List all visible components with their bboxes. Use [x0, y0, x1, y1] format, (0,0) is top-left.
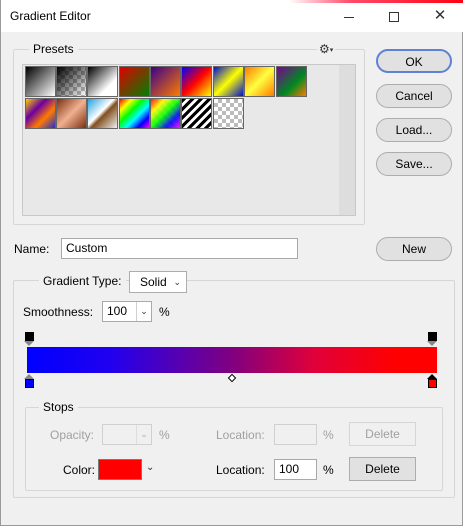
preset-swatch-foreground-to-background[interactable] — [25, 66, 56, 97]
color-delete-button[interactable]: Delete — [349, 457, 416, 481]
preset-swatch-black-white[interactable] — [87, 66, 118, 97]
presets-menu-button[interactable]: ⚙▾ — [317, 42, 336, 56]
minimize-icon — [344, 16, 354, 18]
presets-scrollbar[interactable] — [339, 65, 355, 215]
opacity-location-input[interactable] — [274, 424, 317, 445]
chevron-down-icon: ⌄ — [173, 277, 181, 287]
preset-swatch-transparent[interactable] — [213, 98, 244, 129]
name-input[interactable]: Custom — [61, 238, 298, 259]
preset-swatch-red-green[interactable] — [119, 66, 150, 97]
opacity-location-label: Location: — [216, 428, 265, 442]
title-accent — [289, 0, 463, 3]
save-button[interactable]: Save... — [376, 152, 452, 176]
opacity-stop-left-pointer — [24, 341, 34, 346]
close-button[interactable]: ✕ — [428, 6, 452, 26]
preset-swatch-yellow-violet-orange-blue[interactable] — [25, 98, 56, 129]
gradient-type-select[interactable]: Solid ⌄ — [129, 271, 187, 293]
preset-swatch-copper[interactable] — [56, 98, 87, 129]
chevron-down-icon: ⌄ — [136, 425, 151, 444]
chevron-down-icon[interactable]: ⌄ — [146, 462, 154, 473]
preset-swatch-chrome[interactable] — [87, 98, 118, 129]
window-title: Gradient Editor — [10, 9, 91, 23]
color-location-unit: % — [323, 463, 334, 477]
opacity-label: Opacity: — [50, 428, 95, 442]
preset-swatch-spectrum[interactable] — [119, 98, 150, 129]
close-icon: ✕ — [433, 7, 447, 24]
chevron-down-icon: ⌄ — [136, 302, 151, 321]
swatch-fill — [151, 99, 180, 128]
gear-icon: ⚙ — [319, 42, 330, 56]
presets-label: Presets — [29, 42, 78, 56]
new-button[interactable]: New — [376, 237, 452, 261]
preset-swatch-transparent-stripes[interactable] — [181, 98, 212, 129]
preset-swatch-transparent-rainbow[interactable] — [150, 98, 181, 129]
opacity-combo[interactable]: ⌄ — [102, 424, 152, 445]
maximize-button[interactable] — [382, 6, 406, 26]
opacity-unit: % — [159, 428, 170, 442]
title-bar: Gradient Editor ✕ — [1, 0, 463, 32]
load-button[interactable]: Load... — [376, 118, 452, 142]
swatch-fill — [57, 67, 86, 96]
opacity-stop-right[interactable] — [428, 332, 437, 341]
cancel-button[interactable]: Cancel — [376, 84, 452, 108]
gradient-type-value: Solid — [140, 275, 167, 289]
preset-swatch-violet-green-orange[interactable] — [276, 66, 307, 97]
smoothness-combo[interactable]: 100 ⌄ — [102, 301, 152, 322]
stop-color-swatch[interactable] — [98, 459, 142, 480]
caret-down-icon: ▾ — [329, 46, 334, 54]
color-location-input[interactable]: 100 — [274, 459, 317, 480]
color-location-label: Location: — [216, 463, 265, 477]
preset-swatch-foreground-to-transparent[interactable] — [56, 66, 87, 97]
stops-label: Stops — [39, 400, 78, 414]
opacity-delete-button[interactable]: Delete — [349, 422, 416, 446]
minimize-button[interactable] — [337, 6, 361, 26]
color-label: Color: — [63, 463, 96, 477]
maximize-icon — [389, 12, 399, 23]
opacity-stop-left[interactable] — [25, 332, 34, 341]
smoothness-value: 100 — [107, 304, 128, 318]
opacity-location-unit: % — [323, 428, 334, 442]
color-stop-right[interactable] — [428, 379, 437, 388]
ok-button[interactable]: OK — [376, 49, 452, 73]
gradient-editor-window: Gradient Editor ✕ Presets ⚙▾ OK Cancel L… — [0, 0, 463, 526]
preset-swatch-blue-red-yellow[interactable] — [181, 66, 212, 97]
preset-swatch-blue-yellow-blue[interactable] — [213, 66, 244, 97]
preset-swatch-violet-orange[interactable] — [150, 66, 181, 97]
preset-swatch-orange-yellow-orange[interactable] — [244, 66, 275, 97]
gradient-preview-bar[interactable] — [27, 347, 437, 373]
gradient-type-label: Gradient Type: — [39, 274, 126, 288]
smoothness-unit: % — [159, 305, 170, 319]
name-label: Name: — [14, 242, 50, 256]
opacity-stop-right-pointer — [427, 341, 437, 346]
color-stop-left[interactable] — [25, 379, 34, 388]
smoothness-label: Smoothness: — [23, 305, 94, 319]
